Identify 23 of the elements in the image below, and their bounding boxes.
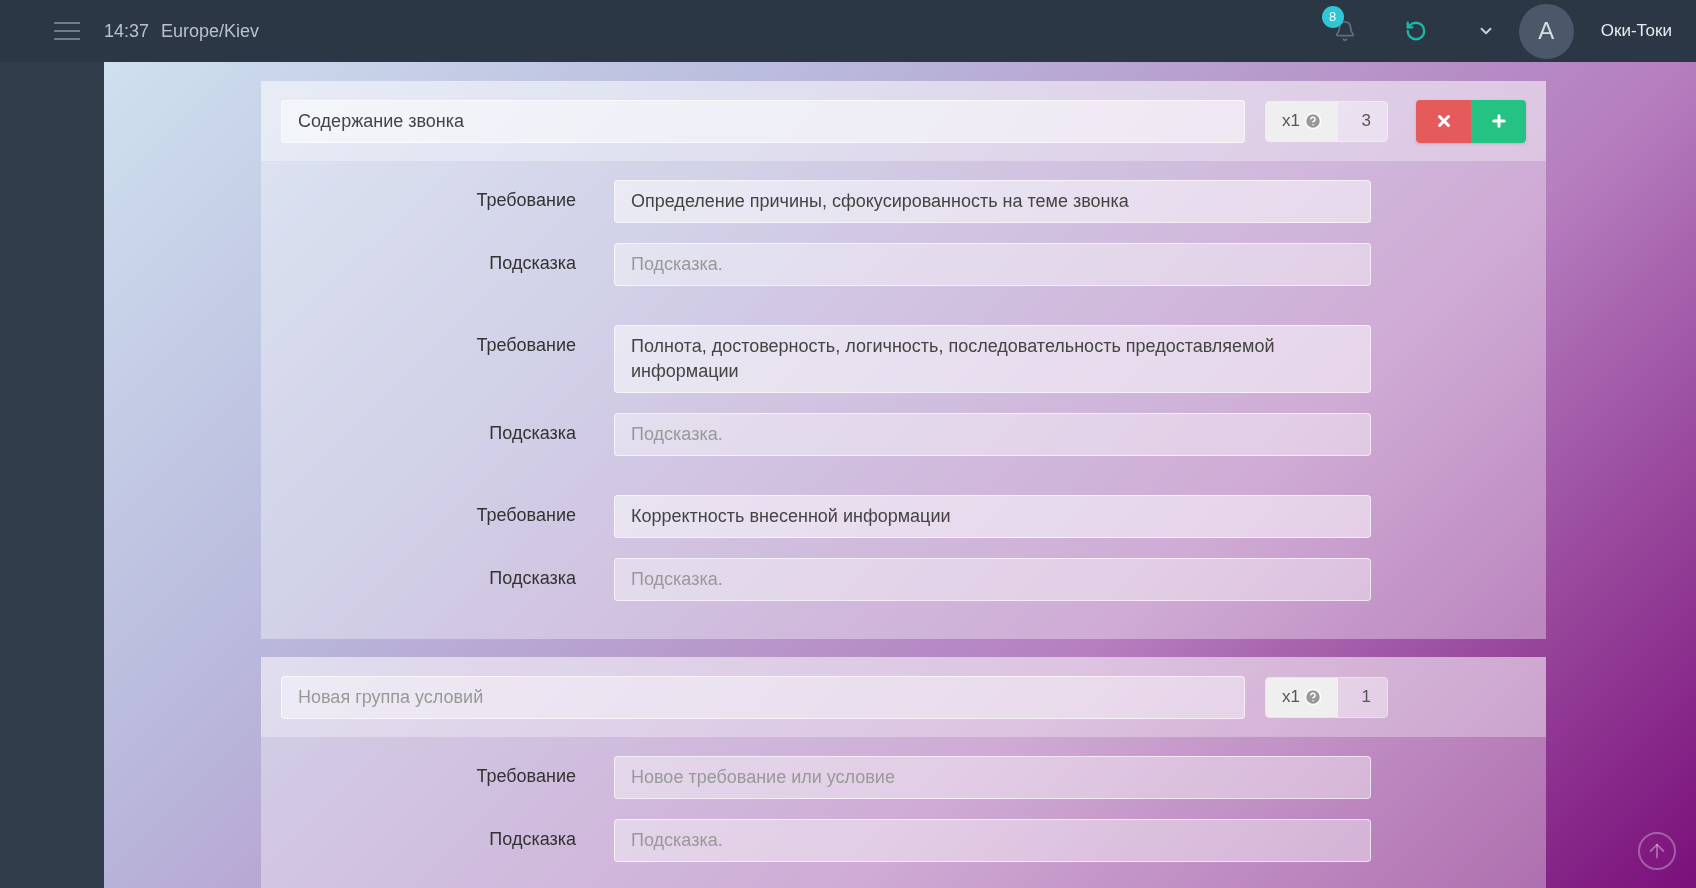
field-label: Требование — [476, 505, 576, 525]
plus-icon — [1489, 112, 1508, 130]
input-field[interactable]: Полнота, достоверность, логичность, последовательность предоставляемой информации — [614, 325, 1371, 393]
field-label: Требование — [476, 335, 576, 355]
history-icon[interactable] — [1404, 20, 1427, 42]
field-label: Требование — [476, 190, 576, 210]
group-title-field[interactable]: Содержание звонка — [281, 99, 1245, 143]
timezone-text: Europe/Kiev — [161, 19, 260, 43]
user-avatar[interactable]: A — [1518, 3, 1574, 59]
clock-time: 14:37 — [104, 19, 150, 43]
field-label: Подсказка — [489, 568, 576, 588]
scroll-top-button[interactable] — [1638, 832, 1676, 870]
delete-button[interactable] — [1416, 99, 1471, 143]
field-label: Подсказка — [489, 423, 576, 443]
user-name[interactable]: Оки-Токи — [1600, 18, 1672, 44]
field-label: Подсказка — [489, 253, 576, 273]
notification-badge: 8 — [1321, 6, 1344, 28]
field-label: Требование — [476, 766, 576, 786]
bell-icon[interactable] — [1333, 20, 1356, 42]
input-field[interactable]: Определение причины, сфокусированность на теме звонка — [614, 180, 1371, 223]
field-label: Подсказка — [489, 829, 576, 849]
menu-icon[interactable] — [54, 22, 80, 40]
input-field[interactable]: Корректность внесенной информации — [614, 495, 1371, 538]
